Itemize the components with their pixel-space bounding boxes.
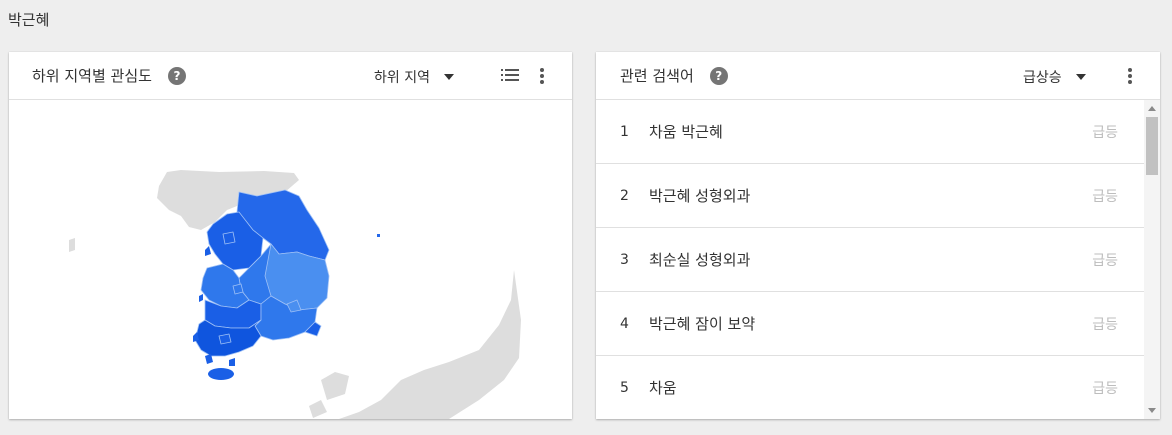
region-seoul <box>222 231 236 245</box>
region-daejeon <box>232 283 244 295</box>
region-gwangju <box>218 333 232 345</box>
help-glyph: ? <box>173 68 181 83</box>
query-text: 차움 <box>649 379 677 397</box>
query-rank: 2 <box>620 187 629 204</box>
related-queries-list: 1 차움 박근혜 급등 2 박근혜 성형외과 급등 3 최순실 성형외과 급등 … <box>596 100 1144 419</box>
page-title: 박근혜 <box>8 11 50 29</box>
chevron-down-icon <box>1075 74 1086 80</box>
query-text: 차움 박근혜 <box>649 123 723 141</box>
region-level-dropdown[interactable]: 하위 지역 <box>374 67 454 87</box>
query-text: 박근혜 잠이 보약 <box>649 315 756 333</box>
related-card-header: 관련 검색어 ? 급상승 <box>596 52 1160 100</box>
query-filter-dropdown[interactable]: 급상승 <box>1023 67 1086 87</box>
japan-island <box>321 372 349 400</box>
korea-map <box>69 170 521 419</box>
east-island <box>377 234 380 237</box>
query-rank: 3 <box>620 251 629 268</box>
list-item[interactable]: 4 박근혜 잠이 보약 급등 <box>596 292 1144 356</box>
list-item[interactable]: 3 최순실 성형외과 급등 <box>596 228 1144 292</box>
list-item[interactable]: 2 박근혜 성형외과 급등 <box>596 164 1144 228</box>
query-badge: 급등 <box>1092 316 1118 333</box>
related-card-title: 관련 검색어 <box>620 67 694 85</box>
region-card-title: 하위 지역별 관심도 <box>32 67 152 85</box>
query-text: 박근혜 성형외과 <box>649 187 751 205</box>
query-text: 최순실 성형외과 <box>649 251 751 269</box>
query-badge: 급등 <box>1092 380 1118 397</box>
list-item[interactable]: 5 차움 급등 <box>596 356 1144 419</box>
more-options-icon[interactable] <box>540 68 544 84</box>
japan-island-2 <box>309 400 327 418</box>
query-badge: 급등 <box>1092 188 1118 205</box>
region-interest-card: 하위 지역별 관심도 ? 하위 지역 <box>9 52 572 419</box>
query-rank: 5 <box>620 379 629 396</box>
japan-land <box>339 270 521 419</box>
region-jeju <box>208 368 234 380</box>
scroll-down-icon[interactable] <box>1148 408 1156 413</box>
list-item[interactable]: 1 차움 박근혜 급등 <box>596 100 1144 164</box>
more-options-icon[interactable] <box>1128 68 1132 84</box>
query-badge: 급등 <box>1092 252 1118 269</box>
island-grey-1 <box>69 238 75 252</box>
help-glyph: ? <box>715 68 723 83</box>
region-level-label: 하위 지역 <box>374 70 430 86</box>
related-queries-card: 관련 검색어 ? 급상승 1 차움 박근혜 급등 2 박근혜 성형외과 급등 3… <box>596 52 1160 419</box>
region-map <box>9 100 572 419</box>
scrollbar[interactable] <box>1144 100 1160 419</box>
help-icon[interactable]: ? <box>167 66 186 85</box>
query-badge: 급등 <box>1092 124 1118 141</box>
scroll-thumb[interactable] <box>1146 117 1158 175</box>
query-rank: 4 <box>620 315 629 332</box>
region-card-header: 하위 지역별 관심도 ? 하위 지역 <box>9 52 572 100</box>
scroll-up-icon[interactable] <box>1148 106 1156 111</box>
chevron-down-icon <box>443 74 454 80</box>
list-view-icon[interactable] <box>501 69 519 81</box>
query-filter-label: 급상승 <box>1023 70 1062 86</box>
help-icon[interactable]: ? <box>709 66 728 85</box>
query-rank: 1 <box>620 123 629 140</box>
